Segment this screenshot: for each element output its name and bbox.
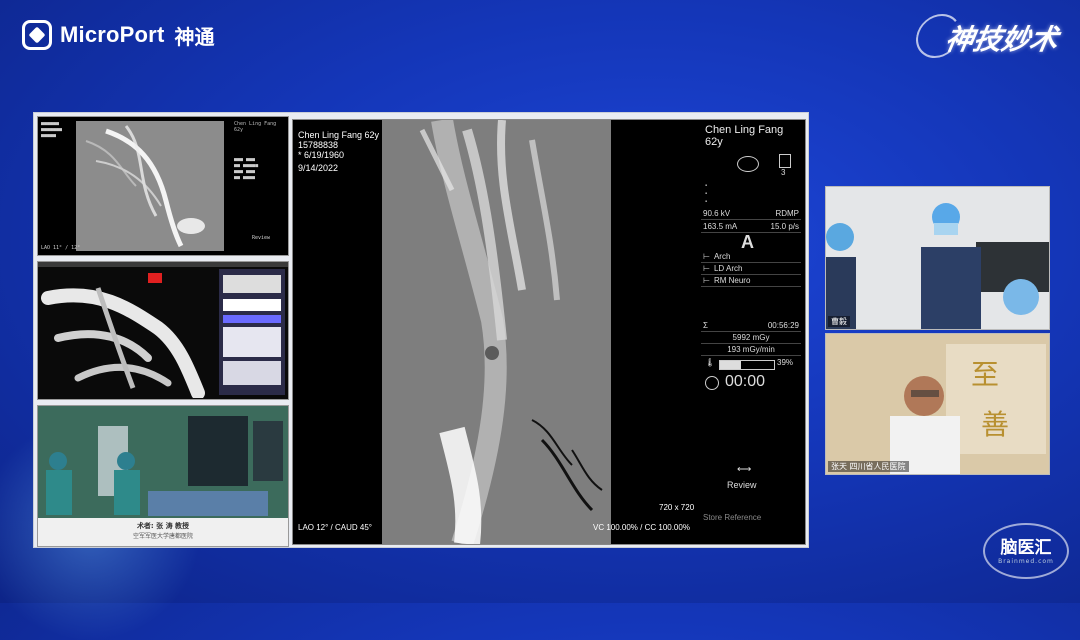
- review-button[interactable]: Review: [727, 480, 757, 490]
- mode-value: RDMP: [775, 209, 799, 218]
- timer-value: 00:00: [725, 373, 766, 390]
- dose-rate-row: 193 mGy/min: [701, 344, 801, 356]
- patient-dob: * 6/19/1960: [298, 150, 345, 160]
- thumb-angle: LAO 11° / 12°: [41, 245, 81, 251]
- watermark-cn: 脑医汇: [1000, 538, 1052, 558]
- thumb-review-button[interactable]: Review: [252, 235, 270, 241]
- dose-value: 5992 mGy: [732, 333, 770, 342]
- vc-cc-values: VC 100.00% / CC 100.00%: [593, 523, 690, 532]
- matrix-size: 720 x 720: [659, 503, 695, 512]
- stopwatch-icon: [705, 376, 719, 390]
- fps-value: 15.0 p/s: [770, 222, 799, 231]
- workstation-side-panel[interactable]: [219, 269, 285, 395]
- protocol-icon-3: ⊢: [703, 276, 710, 285]
- brand-chinese-name: 神通: [174, 24, 215, 49]
- event-slogan: 神技妙术: [912, 14, 1061, 58]
- right-patient: Chen Ling Fang 62y: [705, 124, 783, 148]
- acquisition-panel: Chen Ling Fang 62y 3 ▪ ▪ ▪ 90.6 kV RDMP 163…: [701, 120, 805, 544]
- ma-value: 163.5 mA: [703, 222, 738, 231]
- brainmed-watermark: 脑医汇 Brainmed.com: [983, 523, 1069, 579]
- sigma-icon: Σ: [703, 321, 708, 330]
- surgeon-hospital: 空军军医大学唐都医院: [132, 533, 193, 540]
- angiography-viewer[interactable]: Chen Ling Fang 62y 15788838 * 6/19/1960 …: [292, 119, 806, 545]
- plane-label: A: [741, 232, 754, 252]
- thumbnail-angiography[interactable]: ■■■■■■ ■■■■■■■ ■■■■■ Chen Ling Fang 62y ■■…: [37, 116, 289, 256]
- protocol-row-2: ⊢ LD Arch: [701, 263, 801, 275]
- protocol-1: Arch: [713, 252, 731, 261]
- webcam-1-label: 曹毅: [828, 316, 850, 327]
- heat-bar-fill: [720, 361, 742, 369]
- patient-name: Chen Ling Fang 62y: [298, 130, 380, 140]
- workstation-toolbar[interactable]: [38, 262, 288, 267]
- kv-row: 90.6 kV RDMP: [701, 208, 801, 220]
- protocol-icon-2: ⊢: [703, 264, 710, 273]
- projection-angle: LAO 12° / CAUD 45°: [298, 523, 372, 532]
- panel-tool-grid-2[interactable]: [223, 361, 281, 385]
- thermometer-icon: 🌡: [705, 358, 716, 367]
- webcam-2-label: 张天 四川省人民医院: [828, 461, 909, 472]
- surgeon-name: 术者: 张 涛 教授: [136, 522, 190, 530]
- webcam-surgeons-video: [826, 187, 1049, 329]
- right-patient-age: 62y: [705, 136, 723, 148]
- surgeon-caption: 术者: 张 涛 教授 空军军医大学唐都医院: [38, 518, 288, 546]
- patient-id: 15788838: [298, 140, 339, 150]
- webcam-expert-video: 至 善: [826, 334, 1049, 474]
- heat-bar: [719, 360, 775, 370]
- thumb-left-info: ■■■■■■ ■■■■■■■ ■■■■■: [41, 121, 63, 139]
- small-icons: ▪ ▪ ▪: [705, 183, 708, 205]
- brand-name: MicroPort: [60, 22, 165, 47]
- right-patient-name: Chen Ling Fang: [705, 124, 784, 136]
- brand-logo: MicroPort 神通: [22, 20, 214, 50]
- detector-number: 3: [781, 168, 786, 177]
- panel-slider[interactable]: [223, 299, 281, 311]
- fluoro-time: 00:56:29: [767, 321, 799, 330]
- dsa-image: [382, 120, 611, 544]
- heat-percent: 39%: [777, 358, 794, 367]
- microport-logo-icon: [22, 20, 52, 50]
- webcam-surgeons: 曹毅: [825, 186, 1050, 330]
- operating-room-video: [38, 406, 288, 518]
- thumbnail-operating-room[interactable]: 术者: 张 涛 教授 空军军医大学唐都医院: [37, 405, 289, 547]
- detector-icon: [779, 154, 791, 168]
- protocol-2: LD Arch: [713, 264, 743, 273]
- kv-value: 90.6 kV: [703, 209, 731, 218]
- panel-tool-grid[interactable]: [223, 327, 281, 357]
- exam-date: 9/14/2022: [298, 163, 339, 173]
- watermark-en: Brainmed.com: [998, 558, 1054, 565]
- panel-thumbnails[interactable]: [223, 275, 281, 293]
- dose-row: 5992 mGy: [701, 332, 801, 344]
- protocol-row-1: ⊢ Arch: [701, 251, 801, 263]
- thumbnail-3d-reconstruction[interactable]: [37, 261, 289, 400]
- protocol-3: RM Neuro: [713, 276, 751, 285]
- time-row: Σ 00:56:29: [701, 320, 801, 332]
- webcam-expert: 至 善 张天 四川省人民医院: [825, 333, 1050, 475]
- protocol-icon: ⊢: [703, 252, 710, 261]
- patient-info: Chen Ling Fang 62y 15788838 * 6/19/1960 …: [298, 130, 379, 173]
- protocol-row-3: ⊢ RM Neuro: [701, 275, 801, 287]
- angiography-image: [76, 121, 224, 251]
- review-arrow-icon[interactable]: ⟷: [737, 464, 751, 475]
- screen-share-frame: ■■■■■■ ■■■■■■■ ■■■■■ Chen Ling Fang 62y ■■…: [33, 112, 809, 548]
- thumb-params: ■■■ ■■■ ■■ ■■■■■ ■■■ ■■■ ■■ ■■■■: [234, 157, 259, 181]
- svg-text:善: 善: [981, 408, 1009, 441]
- svg-text:至: 至: [971, 358, 999, 391]
- dose-rate-value: 193 mGy/min: [727, 345, 775, 354]
- panel-bar: [223, 315, 281, 323]
- vessel-3d-render: [41, 273, 205, 398]
- eye-icon: [737, 156, 759, 172]
- thumb-patient: Chen Ling Fang 62y: [234, 121, 277, 133]
- store-reference-button[interactable]: Store Reference: [703, 513, 761, 522]
